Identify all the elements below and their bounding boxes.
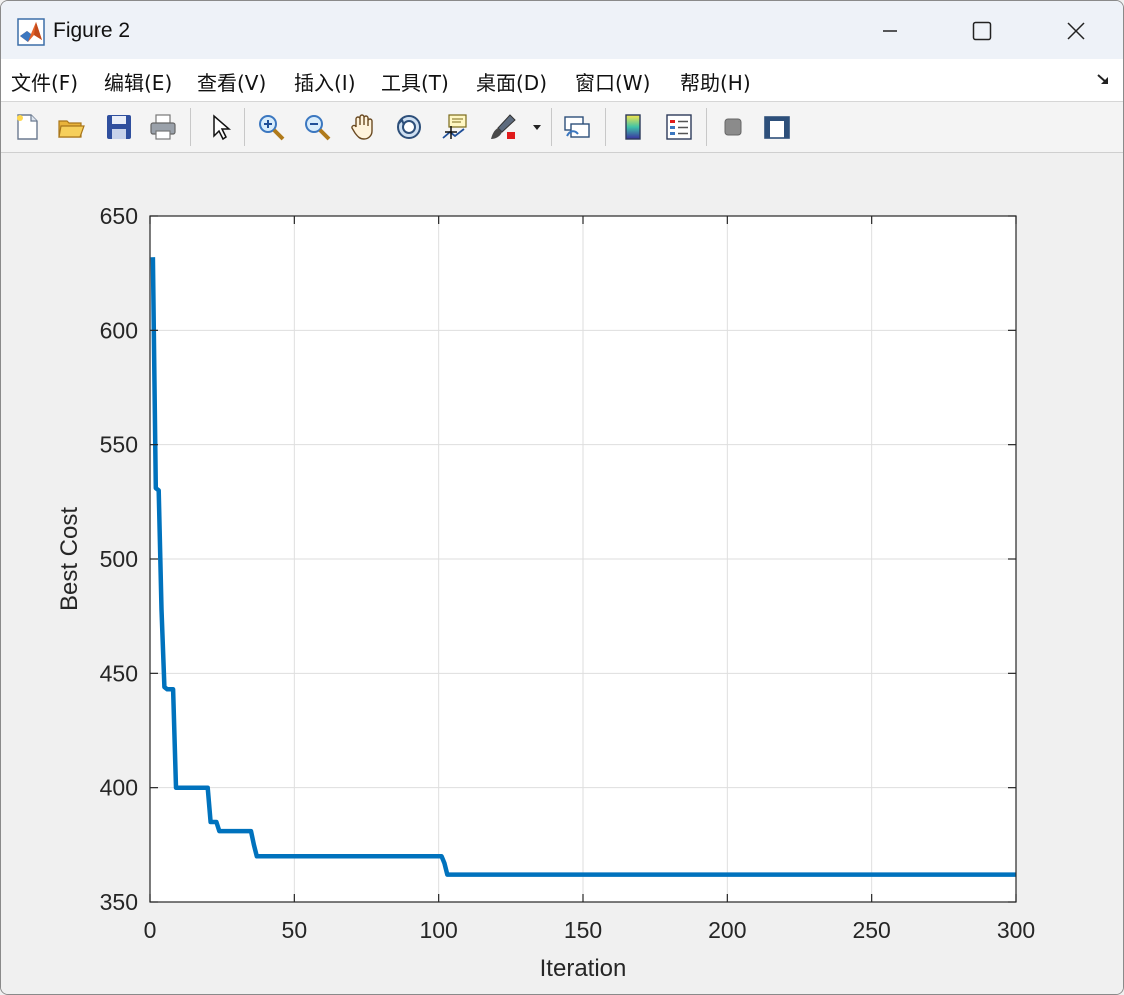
y-tick-label: 550 bbox=[100, 432, 138, 458]
pan-button[interactable] bbox=[345, 109, 381, 145]
maximize-icon bbox=[972, 21, 992, 41]
new-figure-icon bbox=[17, 114, 38, 140]
toolbar-separator bbox=[551, 108, 552, 146]
zoom-in-icon bbox=[259, 115, 285, 141]
print-icon bbox=[150, 114, 176, 140]
y-tick-label: 350 bbox=[100, 889, 138, 915]
zoom-out-icon bbox=[305, 115, 331, 141]
maximize-button[interactable] bbox=[959, 11, 1005, 51]
show-plot-tools-button[interactable] bbox=[759, 109, 795, 145]
figure-toolbar bbox=[1, 102, 1123, 153]
select-arrow-button[interactable] bbox=[201, 109, 237, 145]
colorbar-icon bbox=[625, 114, 641, 140]
print-button[interactable] bbox=[145, 109, 181, 145]
menu-overflow-button[interactable] bbox=[1095, 71, 1111, 91]
minimize-button[interactable] bbox=[867, 11, 913, 51]
hide-plot-tools-button[interactable] bbox=[715, 109, 751, 145]
title-bar[interactable]: Figure 2 bbox=[1, 1, 1123, 59]
window-title: Figure 2 bbox=[53, 19, 131, 42]
link-plot-icon bbox=[564, 116, 590, 138]
brush-button[interactable] bbox=[485, 109, 521, 145]
menu-desktop[interactable]: 桌面(D) bbox=[476, 67, 547, 96]
show-plot-tools-icon bbox=[764, 116, 790, 139]
save-icon bbox=[107, 115, 131, 139]
figure-window: Figure 2 文件(F) 编辑(E) 查看(V) 插入(I) 工具(T) 桌… bbox=[0, 0, 1124, 995]
y-tick-label: 600 bbox=[100, 317, 138, 343]
menu-file[interactable]: 文件(F) bbox=[11, 67, 78, 96]
chevron-down-icon bbox=[533, 125, 541, 130]
x-tick-label: 250 bbox=[852, 917, 890, 943]
link-plot-button[interactable] bbox=[559, 109, 595, 145]
new-figure-button[interactable] bbox=[9, 109, 45, 145]
menu-bar: 文件(F) 编辑(E) 查看(V) 插入(I) 工具(T) 桌面(D) 窗口(W… bbox=[1, 59, 1123, 102]
toolbar-separator bbox=[244, 108, 245, 146]
open-file-icon bbox=[58, 120, 85, 138]
save-button[interactable] bbox=[101, 109, 137, 145]
select-arrow-icon bbox=[213, 114, 232, 141]
menu-insert[interactable]: 插入(I) bbox=[294, 67, 356, 96]
legend-icon bbox=[666, 114, 692, 140]
brush-dropdown-button[interactable] bbox=[527, 109, 547, 145]
menu-help[interactable]: 帮助(H) bbox=[680, 67, 751, 96]
matlab-logo-icon bbox=[17, 18, 45, 46]
y-tick-label: 500 bbox=[100, 546, 138, 572]
legend-button[interactable] bbox=[661, 109, 697, 145]
colorbar-button[interactable] bbox=[615, 109, 651, 145]
menu-window[interactable]: 窗口(W) bbox=[575, 67, 650, 96]
pan-hand-icon bbox=[351, 114, 373, 140]
open-file-button[interactable] bbox=[53, 109, 89, 145]
minimize-icon bbox=[883, 30, 897, 32]
brush-icon bbox=[491, 114, 516, 139]
figure-canvas: 0 50 100 150 200 250 300 350 400 450 500 550 600 650 … bbox=[1, 153, 1123, 994]
x-tick-label: 50 bbox=[282, 917, 308, 943]
data-cursor-icon bbox=[442, 114, 467, 139]
rotate-3d-button[interactable] bbox=[391, 109, 427, 145]
toolbar-separator bbox=[190, 108, 191, 146]
hide-plot-tools-icon bbox=[724, 118, 742, 136]
x-axis-label: Iteration bbox=[540, 955, 627, 982]
x-tick-label: 0 bbox=[144, 917, 157, 943]
y-tick-label: 450 bbox=[100, 660, 138, 686]
x-tick-label: 300 bbox=[997, 917, 1035, 943]
menu-view[interactable]: 查看(V) bbox=[197, 67, 266, 96]
y-axis-label: Best Cost bbox=[56, 507, 83, 611]
menu-tools[interactable]: 工具(T) bbox=[381, 67, 449, 96]
toolbar-separator bbox=[706, 108, 707, 146]
x-tick-label: 200 bbox=[708, 917, 746, 943]
data-cursor-button[interactable] bbox=[437, 109, 473, 145]
x-tick-label: 100 bbox=[419, 917, 457, 943]
x-tick-label: 150 bbox=[564, 917, 602, 943]
close-button[interactable] bbox=[1053, 11, 1099, 51]
zoom-in-button[interactable] bbox=[253, 109, 289, 145]
toolbar-separator bbox=[605, 108, 606, 146]
menu-edit[interactable]: 编辑(E) bbox=[104, 67, 172, 96]
close-icon bbox=[1067, 22, 1085, 40]
rotate-3d-icon bbox=[397, 115, 421, 139]
zoom-out-button[interactable] bbox=[299, 109, 335, 145]
convergence-chart[interactable]: 0 50 100 150 200 250 300350400450500550600650 … bbox=[1, 153, 1123, 994]
y-tick-label: 400 bbox=[100, 775, 138, 801]
dock-arrow-icon bbox=[1097, 74, 1108, 84]
y-tick-label: 650 bbox=[100, 203, 138, 229]
